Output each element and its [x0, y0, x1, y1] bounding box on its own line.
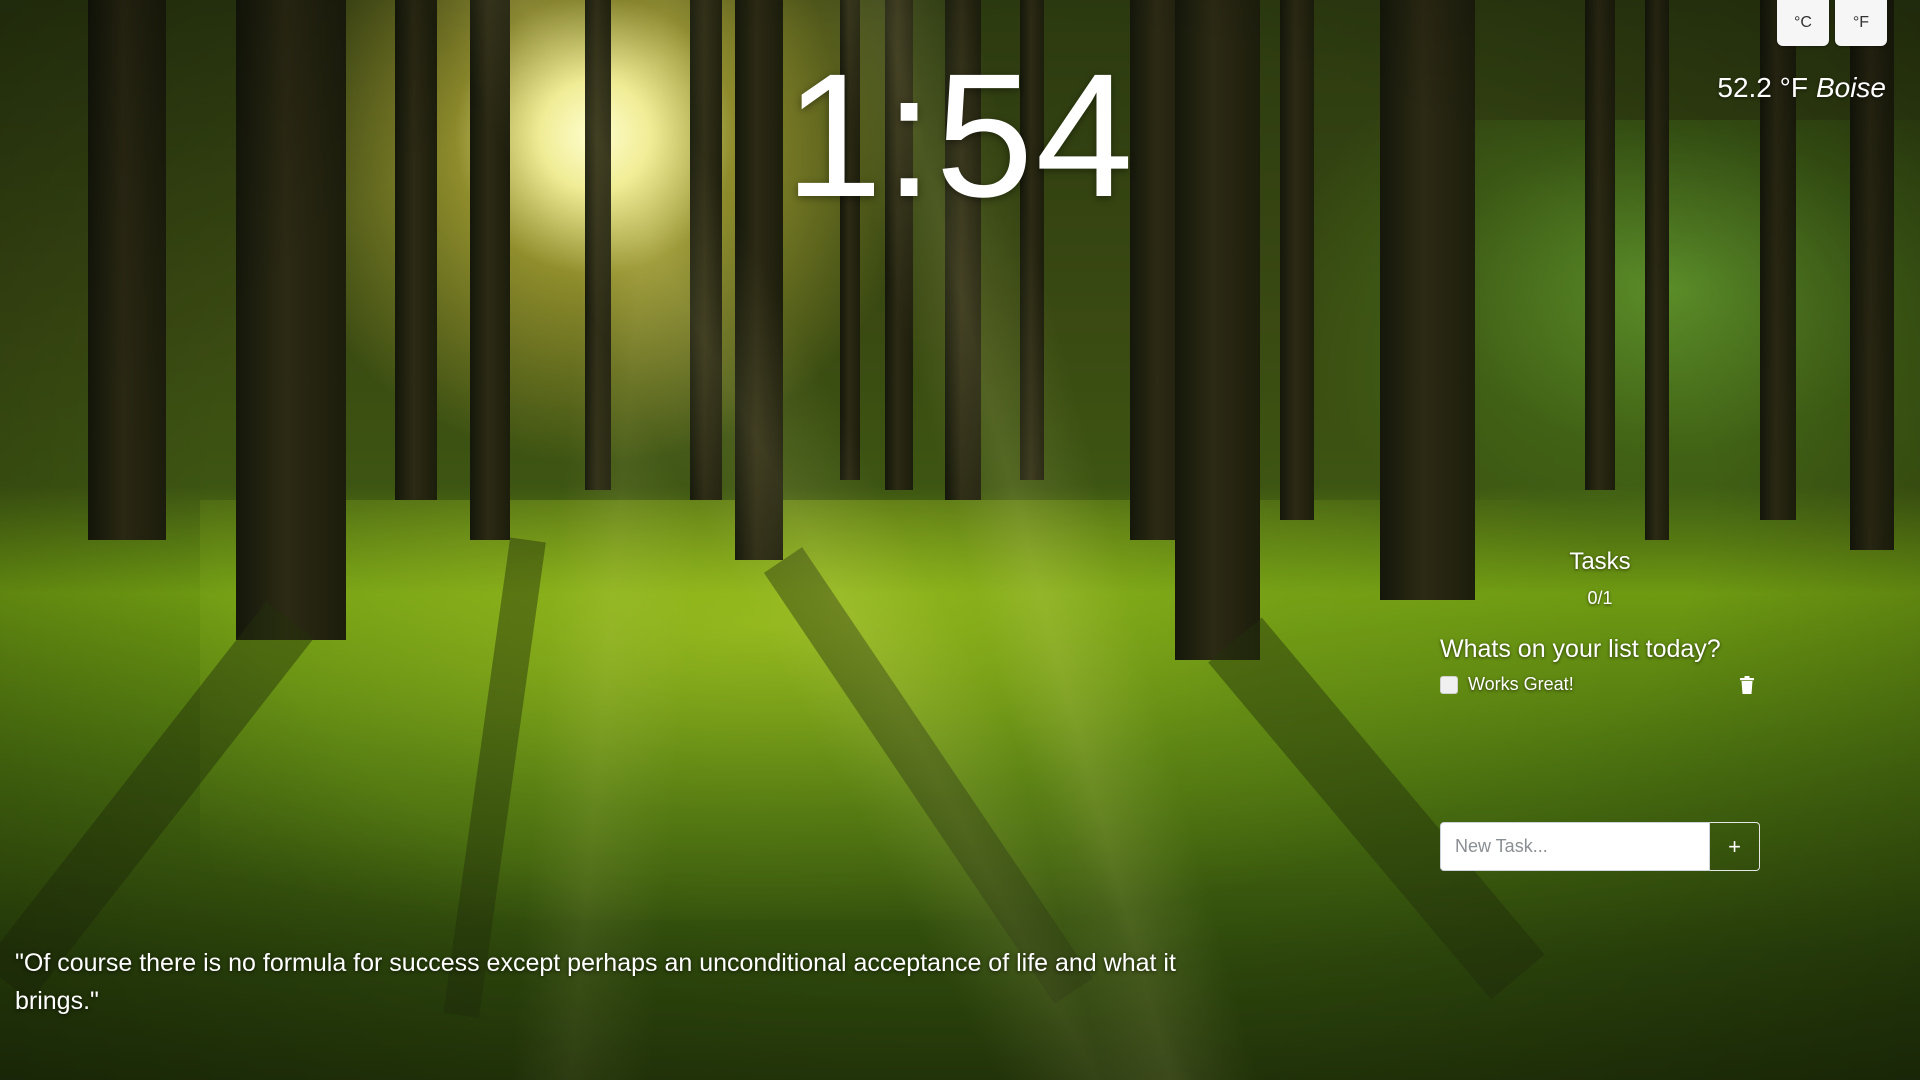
fahrenheit-button[interactable]: °F [1835, 0, 1887, 46]
tasks-question: Whats on your list today? [1440, 635, 1721, 663]
add-task-button[interactable]: + [1710, 822, 1760, 871]
clock: 1:54 [784, 38, 1136, 234]
task-checkbox[interactable] [1440, 675, 1458, 694]
task-label: Works Great! [1468, 674, 1574, 694]
tasks-title: Tasks [1569, 548, 1631, 575]
trash-icon[interactable] [1740, 675, 1754, 694]
quote-text: "Of course there is no formula for succe… [15, 949, 1176, 1015]
new-task-input[interactable] [1440, 822, 1710, 871]
tasks-count: 0/1 [1587, 588, 1613, 608]
celsius-button[interactable]: °C [1777, 0, 1829, 46]
tasks-panel: Tasks 0/1 Whats on your list today? Work… [1440, 548, 1760, 695]
task-item: Works Great! [1440, 674, 1760, 695]
desktop-background: °C °F 52.2 °F Boise 1:54 Tasks 0/1 Whats … [0, 0, 1920, 1080]
new-task-form: + [1440, 822, 1760, 871]
